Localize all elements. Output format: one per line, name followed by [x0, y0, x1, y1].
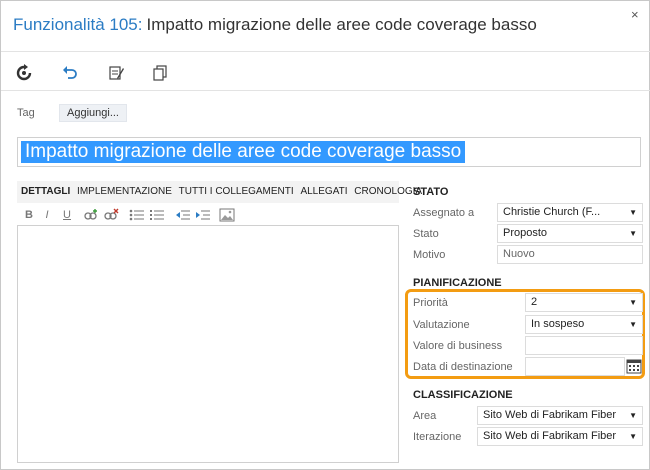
format-toolbar: B I U: [17, 205, 399, 225]
increase-indent-icon[interactable]: [195, 208, 211, 222]
tab-dettagli[interactable]: DETTAGLI: [21, 181, 70, 203]
stato-value: Proposto: [503, 227, 548, 239]
motivo-label: Motivo: [413, 249, 446, 261]
decrease-indent-icon[interactable]: [175, 208, 191, 222]
description-editor[interactable]: [17, 225, 399, 463]
iterazione-select[interactable]: Sito Web di Fabrikam Fiber ▼: [477, 427, 643, 446]
title-selected-text: Impatto migrazione delle aree code cover…: [21, 141, 466, 163]
iterazione-value: Sito Web di Fabrikam Fiber: [483, 430, 617, 442]
work-item-dialog: Funzionalità 105: Impatto migrazione dell…: [0, 0, 650, 470]
chevron-down-icon: ▼: [629, 208, 637, 217]
add-tag-button[interactable]: Aggiungi...: [59, 104, 127, 122]
motivo-field[interactable]: Nuovo: [497, 245, 643, 264]
tab-tutti-i-collegamenti[interactable]: TUTTI I COLLEGAMENTI: [179, 181, 294, 203]
classificazione-heading: CLASSIFICAZIONE: [413, 389, 513, 401]
close-icon[interactable]: ×: [631, 7, 639, 22]
insert-link-icon[interactable]: [83, 208, 99, 222]
pianificazione-heading: PIANIFICAZIONE: [413, 277, 502, 289]
chevron-down-icon: ▼: [629, 298, 637, 307]
bullet-list-icon[interactable]: [129, 208, 145, 222]
tag-label: Tag: [17, 107, 35, 119]
undo-icon[interactable]: [61, 64, 79, 82]
remove-link-icon[interactable]: [103, 208, 119, 222]
valutazione-select[interactable]: In sospeso ▼: [525, 315, 643, 334]
work-item-type-id[interactable]: Funzionalità 105:: [13, 15, 142, 34]
iterazione-label: Iterazione: [413, 431, 462, 443]
refresh-icon[interactable]: [15, 64, 33, 82]
data-destinazione-input[interactable]: [525, 357, 625, 376]
chevron-down-icon: ▼: [629, 320, 637, 329]
stato-select[interactable]: Proposto ▼: [497, 224, 643, 243]
tab-implementazione[interactable]: IMPLEMENTAZIONE: [77, 181, 172, 203]
assegnato-value: Christie Church (F...: [503, 206, 601, 218]
dialog-title: Funzionalità 105: Impatto migrazione dell…: [13, 15, 537, 35]
chevron-down-icon: ▼: [629, 411, 637, 420]
chevron-down-icon: ▼: [629, 229, 637, 238]
tab-allegati[interactable]: ALLEGATI: [300, 181, 347, 203]
priorita-label: Priorità: [413, 297, 448, 309]
area-value: Sito Web di Fabrikam Fiber: [483, 409, 617, 421]
priorita-select[interactable]: 2 ▼: [525, 293, 643, 312]
priorita-value: 2: [531, 296, 538, 308]
work-item-title: Impatto migrazione delle aree code cover…: [146, 15, 537, 34]
toolbar: [1, 51, 650, 91]
data-destinazione-label: Data di destinazione: [413, 361, 513, 373]
chevron-down-icon: ▼: [629, 432, 637, 441]
tab-strip: DETTAGLI IMPLEMENTAZIONE TUTTI I COLLEGA…: [17, 181, 422, 203]
valutazione-value: In sospeso: [531, 318, 585, 330]
title-input[interactable]: Impatto migrazione delle aree code cover…: [17, 137, 641, 167]
underline-button[interactable]: U: [59, 208, 75, 222]
bold-button[interactable]: B: [21, 208, 37, 222]
motivo-value: Nuovo: [503, 248, 535, 260]
valore-label: Valore di business: [413, 340, 503, 352]
italic-button[interactable]: I: [39, 208, 55, 222]
edit-list-icon[interactable]: [107, 64, 125, 82]
insert-image-icon[interactable]: [219, 208, 235, 222]
valutazione-label: Valutazione: [413, 319, 470, 331]
valore-input[interactable]: [525, 336, 643, 355]
stato-heading: STATO: [413, 186, 449, 198]
tab-cronologia[interactable]: CRONOLOGIA: [354, 181, 422, 203]
stato-label: Stato: [413, 228, 439, 240]
numbered-list-icon[interactable]: [149, 208, 165, 222]
calendar-icon[interactable]: [626, 358, 642, 374]
area-select[interactable]: Sito Web di Fabrikam Fiber ▼: [477, 406, 643, 425]
area-label: Area: [413, 410, 437, 422]
copy-icon[interactable]: [151, 64, 169, 82]
assegnato-label: Assegnato a: [413, 207, 475, 219]
assegnato-select[interactable]: Christie Church (F... ▼: [497, 203, 643, 222]
